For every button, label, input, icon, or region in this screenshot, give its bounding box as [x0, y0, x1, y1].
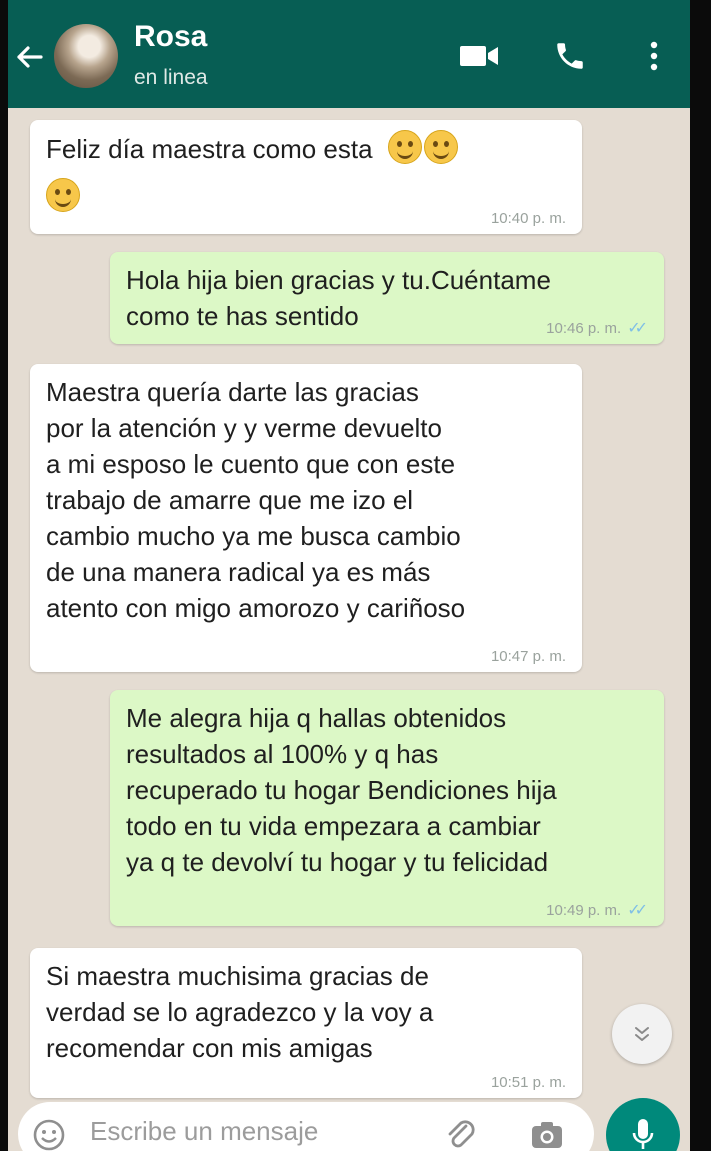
message-time: 10:47 p. m. — [490, 648, 566, 665]
microphone-icon — [632, 1119, 654, 1149]
double-check-icon: ✓✓ — [627, 902, 648, 919]
menu-button[interactable] — [636, 36, 672, 76]
video-camera-icon — [460, 46, 498, 66]
message-bubble-incoming[interactable]: Feliz día maestra como esta 10:40 p. m. — [30, 120, 582, 234]
camera-icon[interactable] — [528, 1116, 566, 1151]
chevron-double-down-icon — [635, 1027, 649, 1041]
message-time: 10:40 p. m. — [490, 210, 566, 227]
paperclip-icon[interactable] — [442, 1116, 480, 1151]
avatar[interactable] — [54, 24, 118, 88]
message-bubble-incoming[interactable]: Si maestra muchisima gracias de verdad s… — [30, 948, 582, 1098]
chat-header: Rosa en linea — [8, 0, 690, 108]
message-text: Me alegra hija q hallas obtenidos result… — [126, 703, 557, 877]
phone-icon — [557, 43, 583, 69]
message-list[interactable]: Feliz día maestra como esta 10:40 p. m. … — [8, 108, 690, 1098]
grinning-face-emoji — [423, 130, 458, 164]
contact-name[interactable]: Rosa — [134, 20, 207, 54]
double-check-icon: ✓✓ — [627, 320, 648, 337]
contact-status: en linea — [134, 66, 208, 89]
message-input[interactable]: Escribe un mensaje — [90, 1116, 318, 1147]
voice-call-button[interactable] — [550, 36, 590, 76]
chat-screen: Rosa en linea Feliz día maestra como est… — [8, 0, 690, 1151]
message-text: Feliz día maestra como esta — [46, 134, 373, 164]
scroll-to-bottom-button[interactable] — [612, 1004, 672, 1064]
grinning-face-emoji — [46, 178, 80, 212]
message-text: Hola hija bien gracias y tu.Cuéntame com… — [126, 265, 551, 331]
more-vertical-icon — [650, 41, 658, 71]
video-call-button[interactable] — [456, 36, 504, 76]
message-bubble-outgoing[interactable]: Me alegra hija q hallas obtenidos result… — [110, 690, 664, 926]
message-input-bar: Escribe un mensaje — [18, 1102, 594, 1151]
message-bubble-incoming[interactable]: Maestra quería darte las gracias por la … — [30, 364, 582, 672]
message-time: 10:49 p. m. — [546, 902, 622, 919]
grinning-face-emoji — [387, 130, 422, 164]
message-time: 10:46 p. m. — [546, 320, 622, 337]
message-text: Maestra quería darte las gracias por la … — [46, 377, 466, 623]
smiley-icon[interactable] — [32, 1118, 66, 1151]
arrow-left-icon[interactable] — [14, 42, 44, 72]
voice-message-button[interactable] — [606, 1098, 680, 1151]
message-time: 10:51 p. m. — [490, 1074, 566, 1091]
message-bubble-outgoing[interactable]: Hola hija bien gracias y tu.Cuéntame com… — [110, 252, 664, 344]
message-text: Si maestra muchisima gracias de verdad s… — [46, 961, 434, 1063]
